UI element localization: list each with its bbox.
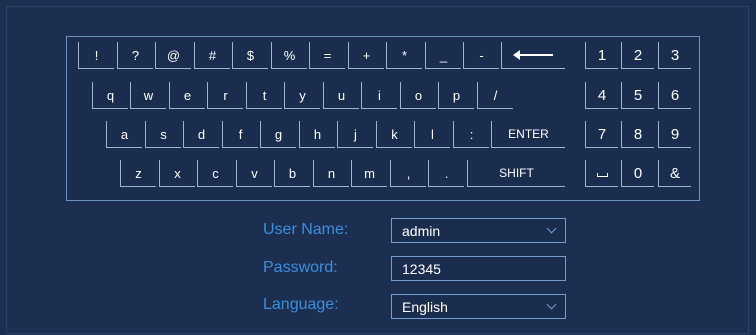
key-dollar[interactable]: $: [232, 42, 268, 69]
key-u[interactable]: u: [323, 82, 359, 109]
key-asterisk[interactable]: *: [386, 42, 422, 69]
key-colon[interactable]: :: [453, 121, 489, 148]
key-minus[interactable]: -: [463, 42, 499, 69]
key-1[interactable]: 1: [585, 42, 618, 69]
key-h[interactable]: h: [299, 121, 335, 148]
key-z[interactable]: z: [120, 160, 156, 187]
key-n[interactable]: n: [313, 160, 349, 187]
language-select[interactable]: English: [391, 294, 566, 319]
key-c[interactable]: c: [197, 160, 233, 187]
key-plus[interactable]: +: [348, 42, 384, 69]
chevron-down-icon: [546, 223, 557, 234]
key-i[interactable]: i: [361, 82, 397, 109]
key-e[interactable]: e: [169, 82, 205, 109]
key-o[interactable]: o: [400, 82, 436, 109]
key-p[interactable]: p: [438, 82, 474, 109]
space-bar-icon: [596, 173, 608, 177]
key-f[interactable]: f: [222, 121, 258, 148]
key-at[interactable]: @: [155, 42, 191, 69]
key-m[interactable]: m: [351, 160, 387, 187]
key-s[interactable]: s: [145, 121, 181, 148]
key-enter[interactable]: ENTER: [491, 121, 565, 148]
key-shift[interactable]: SHIFT: [467, 160, 565, 187]
password-label: Password:: [263, 259, 338, 276]
key-r[interactable]: r: [207, 82, 243, 109]
key-5[interactable]: 5: [621, 82, 654, 109]
key-6[interactable]: 6: [658, 82, 691, 109]
key-v[interactable]: v: [236, 160, 272, 187]
language-value: English: [402, 298, 448, 315]
username-label: User Name:: [263, 221, 349, 238]
key-7[interactable]: 7: [585, 121, 618, 148]
key-3[interactable]: 3: [658, 42, 691, 69]
key-t[interactable]: t: [246, 82, 282, 109]
key-g[interactable]: g: [260, 121, 296, 148]
chevron-down-icon: [546, 299, 557, 310]
key-slash[interactable]: /: [477, 82, 513, 109]
username-value: admin: [402, 222, 441, 239]
left-arrow-icon: [512, 50, 553, 60]
key-j[interactable]: j: [337, 121, 373, 148]
key-ampersand[interactable]: &: [658, 160, 691, 187]
key-backspace[interactable]: [501, 42, 565, 69]
key-9[interactable]: 9: [658, 121, 691, 148]
key-exclamation[interactable]: !: [78, 42, 114, 69]
key-4[interactable]: 4: [585, 82, 618, 109]
key-equals[interactable]: =: [309, 42, 345, 69]
key-hash[interactable]: #: [194, 42, 230, 69]
password-value: 12345: [402, 260, 441, 277]
key-underscore[interactable]: _: [425, 42, 461, 69]
key-question[interactable]: ?: [117, 42, 153, 69]
key-2[interactable]: 2: [621, 42, 654, 69]
virtual-keyboard: ! ? @ # $ % = + * _ - q w e r t y u i o …: [66, 36, 700, 201]
username-select[interactable]: admin: [391, 218, 566, 243]
key-comma[interactable]: ,: [390, 160, 426, 187]
key-d[interactable]: d: [183, 121, 219, 148]
key-a[interactable]: a: [106, 121, 142, 148]
language-label: Language:: [263, 296, 339, 313]
key-percent[interactable]: %: [271, 42, 307, 69]
key-l[interactable]: l: [414, 121, 450, 148]
key-w[interactable]: w: [130, 82, 166, 109]
key-x[interactable]: x: [159, 160, 195, 187]
key-y[interactable]: y: [284, 82, 320, 109]
password-field[interactable]: 12345: [391, 256, 566, 281]
key-0[interactable]: 0: [621, 160, 654, 187]
key-q[interactable]: q: [92, 82, 128, 109]
key-k[interactable]: k: [376, 121, 412, 148]
key-8[interactable]: 8: [621, 121, 654, 148]
key-b[interactable]: b: [274, 160, 310, 187]
key-period[interactable]: .: [428, 160, 464, 187]
key-space[interactable]: [585, 160, 618, 187]
